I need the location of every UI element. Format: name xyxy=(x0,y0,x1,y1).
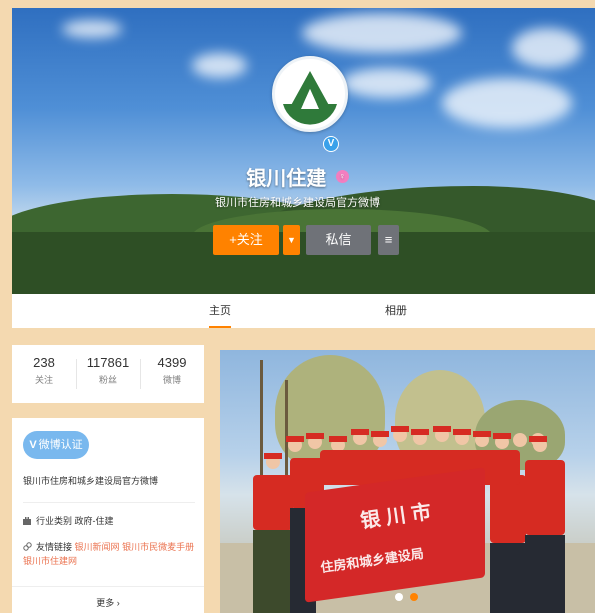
cert-description: 银川市住房和城乡建设局官方微博 xyxy=(23,476,159,486)
link-yinchuan-news[interactable]: 银川新闻网 xyxy=(75,542,120,552)
profile-name: 银川住建 xyxy=(246,168,327,190)
tab-home[interactable]: 主页 xyxy=(209,294,231,328)
verified-v-icon: V xyxy=(29,439,37,451)
menu-icon[interactable]: ≡ xyxy=(378,225,399,255)
follow-dropdown-icon[interactable]: ▼ xyxy=(283,225,300,255)
more-link[interactable]: 更多 › xyxy=(12,596,204,609)
stat-label: 粉丝 xyxy=(98,375,117,385)
verified-icon: V xyxy=(323,136,339,152)
profile-description: 银川市住房和城乡建设局官方微博 xyxy=(215,197,380,209)
cloud xyxy=(342,68,432,98)
stat-label: 关注 xyxy=(34,375,53,385)
cert-badge-label: 微博认证 xyxy=(38,439,83,451)
divider xyxy=(12,586,204,587)
post-photo[interactable]: 银 川 市 住房和城乡建设局 xyxy=(220,350,595,613)
divider xyxy=(23,502,195,503)
links-label: 友情链接 xyxy=(36,542,73,552)
follow-button[interactable]: +关注 xyxy=(213,225,279,255)
industry-label: 行业类别 xyxy=(36,516,73,526)
cloud xyxy=(512,28,582,68)
stat-followers[interactable]: 117861 粉丝 xyxy=(76,355,140,386)
female-icon: ♀ xyxy=(335,170,349,183)
profile-tabs: 主页 相册 xyxy=(12,294,595,328)
carousel-dot-active[interactable] xyxy=(410,593,418,601)
industry-row: 行业类别 政府-住建 xyxy=(23,514,114,527)
logo-icon xyxy=(276,60,344,128)
stat-value: 238 xyxy=(33,355,55,370)
info-card: V 微博认证 银川市住房和城乡建设局官方微博 行业类别 政府-住建 友情链接 银川… xyxy=(12,418,204,613)
stat-posts[interactable]: 4399 微博 xyxy=(140,355,204,386)
avatar[interactable] xyxy=(272,56,348,132)
chevron-right-icon: › xyxy=(116,598,120,608)
briefcase-icon xyxy=(23,516,31,525)
cloud xyxy=(62,20,122,38)
stat-following[interactable]: 238 关注 xyxy=(12,355,76,386)
profile-name-row: 银川住建 ♀ xyxy=(0,162,595,191)
stat-value: 117861 xyxy=(86,355,130,370)
link-housing-site[interactable]: 银川市住建网 xyxy=(23,556,77,566)
stat-value: 4399 xyxy=(157,355,187,370)
industry-value: 政府-住建 xyxy=(74,516,114,526)
forest-band xyxy=(12,232,595,294)
cloud xyxy=(442,78,572,128)
link-icon xyxy=(23,542,32,551)
weibo-verified-badge[interactable]: V 微博认证 xyxy=(23,431,89,459)
tab-album[interactable]: 相册 xyxy=(385,294,407,328)
carousel-dot[interactable] xyxy=(395,593,403,601)
stats-card: 238 关注 117861 粉丝 4399 微博 xyxy=(12,345,204,403)
profile-cover xyxy=(12,8,595,294)
friend-links-row: 友情链接 银川新闻网 银川市民微麦手册 银川市住建网 xyxy=(23,540,203,568)
stat-label: 微博 xyxy=(162,375,181,385)
cloud xyxy=(192,53,247,78)
link-citizen-handbook[interactable]: 银川市民微麦手册 xyxy=(122,542,194,552)
message-button[interactable]: 私信 xyxy=(306,225,371,255)
more-label: 更多 xyxy=(96,598,115,608)
cloud xyxy=(302,13,462,53)
